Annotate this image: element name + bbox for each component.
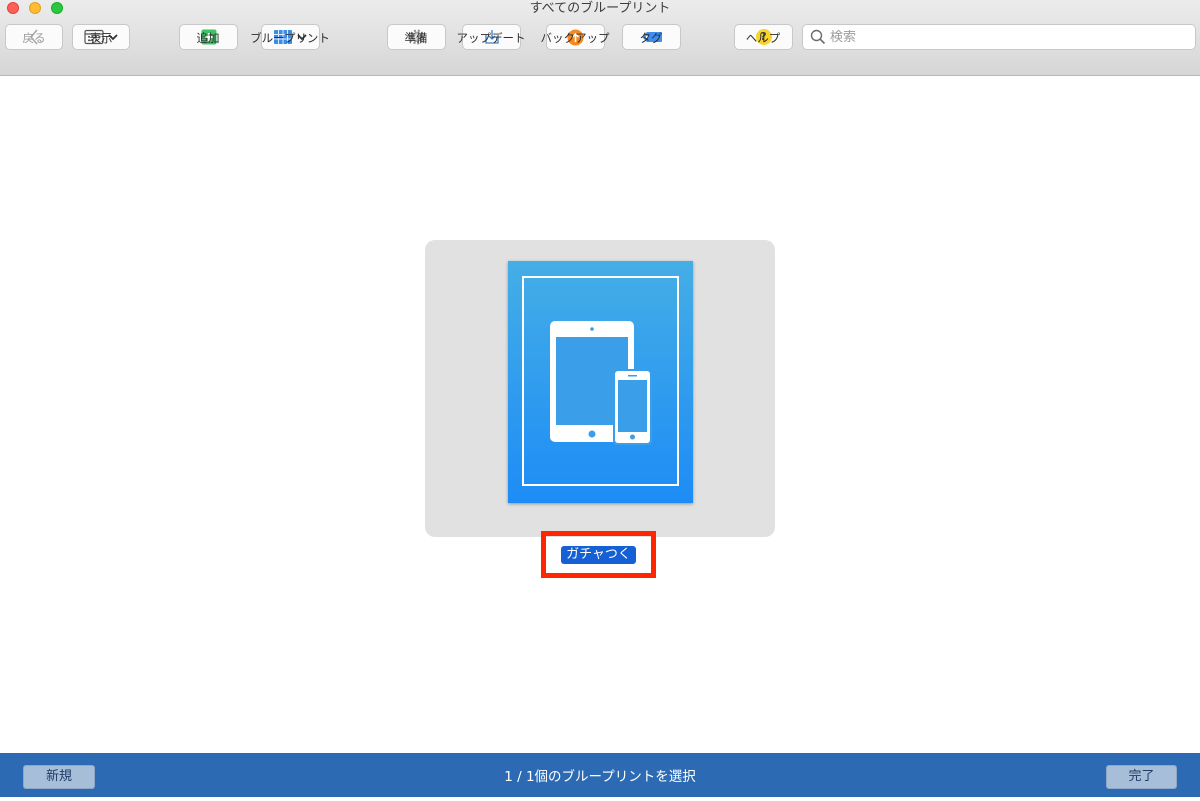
new-button[interactable]: 新規 <box>23 765 95 789</box>
selection-highlight: ガチャつく <box>541 531 656 578</box>
blueprint-label: ブループリント <box>250 31 330 45</box>
selection-status: 1 / 1個のブループリントを選択 <box>504 769 696 785</box>
help-label: ヘルプ <box>745 31 781 45</box>
view-label: 表示 <box>89 31 113 45</box>
update-label: アップデート <box>456 31 526 45</box>
blueprint-name-label[interactable]: ガチャつく <box>561 545 636 564</box>
search-input[interactable] <box>830 29 1195 45</box>
search-field[interactable] <box>802 24 1196 50</box>
blueprint-card[interactable] <box>425 240 775 537</box>
back-label: 戻る <box>22 31 46 45</box>
blueprint-thumbnail[interactable] <box>508 261 693 503</box>
search-icon <box>810 29 826 45</box>
add-label: 追加 <box>196 31 220 45</box>
tag-label: タグ <box>639 31 663 45</box>
backup-label: バックアップ <box>540 31 610 45</box>
done-button[interactable]: 完了 <box>1106 765 1177 789</box>
ipad-iphone-icon <box>550 321 652 445</box>
window-title: すべてのブループリント <box>529 1 671 16</box>
prepare-label: 準備 <box>404 31 428 45</box>
bottom-bar: 1 / 1個のブループリントを選択 新規 完了 <box>0 753 1200 797</box>
window-toolbar: すべてのブループリント 戻る 表示 追加 ブループリント 準備 アップデート バ… <box>0 0 1200 76</box>
